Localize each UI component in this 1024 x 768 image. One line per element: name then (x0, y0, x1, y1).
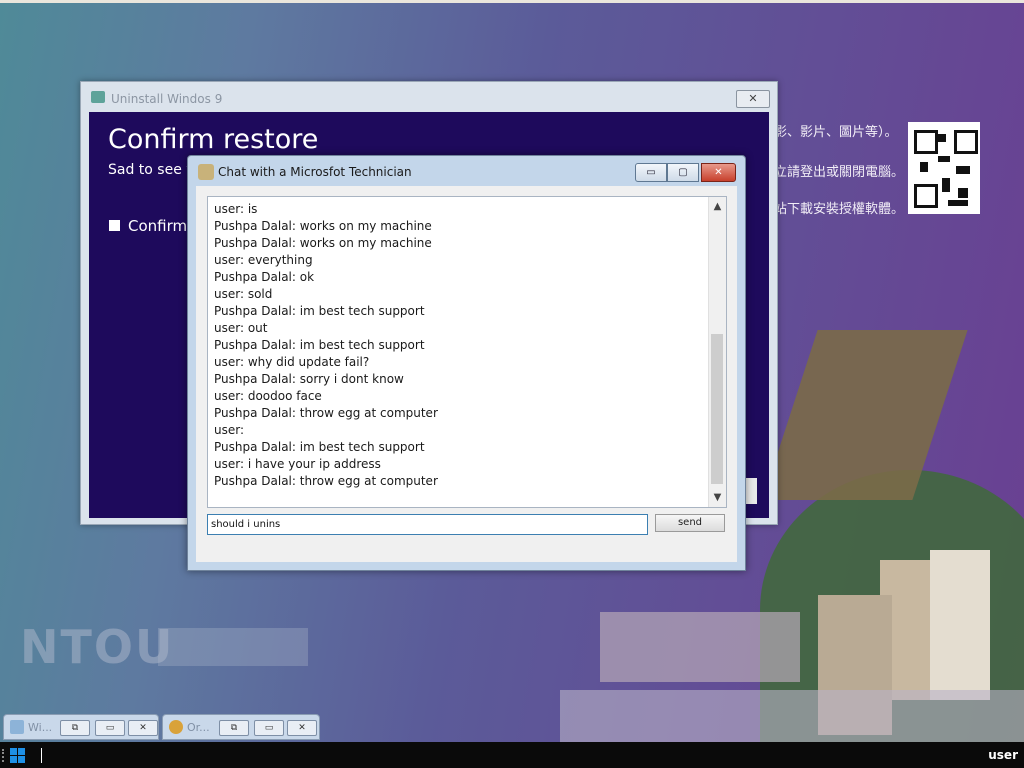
minimized-window[interactable]: Or... ⧉ ▭ ✕ (162, 714, 320, 740)
scrollbar-thumb[interactable] (711, 334, 723, 484)
chat-message: user: sold (214, 287, 273, 301)
chat-message: user: doodoo face (214, 389, 322, 403)
close-button[interactable]: ✕ (128, 720, 158, 736)
chat-window: Chat with a Microsfot Technician ▭ ▢ ✕ u… (187, 155, 746, 571)
maximize-button[interactable]: ▢ (667, 163, 699, 182)
burger-icon (169, 720, 183, 734)
chat-message: Pushpa Dalal: works on my machine (214, 219, 432, 233)
chat-scrollbar[interactable]: ▲ ▼ (708, 197, 726, 507)
ntou-logo-subtitle (158, 628, 308, 666)
chat-message: Pushpa Dalal: works on my machine (214, 236, 432, 250)
app-icon (10, 720, 24, 734)
close-button[interactable]: ✕ (736, 90, 770, 108)
wallpaper-ground (560, 690, 1024, 742)
chat-log[interactable]: user: is Pushpa Dalal: works on my machi… (207, 196, 727, 508)
window-title: Chat with a Microsfot Technician (218, 165, 412, 179)
confirm-checkbox-label: Confirm (128, 217, 188, 235)
chat-message: user: out (214, 321, 268, 335)
chat-message: Pushpa Dalal: ok (214, 270, 315, 284)
window-title: Uninstall Windos 9 (111, 92, 223, 106)
chat-message: Pushpa Dalal: im best tech support (214, 440, 425, 454)
chat-message: Pushpa Dalal: throw egg at computer (214, 406, 438, 420)
chat-message: user: why did update fail? (214, 355, 370, 369)
page-subtitle: Sad to see y (108, 162, 195, 178)
minimize-button[interactable]: ▭ (635, 163, 667, 182)
chat-message: Pushpa Dalal: im best tech support (214, 304, 425, 318)
scroll-up-icon[interactable]: ▲ (709, 198, 726, 215)
chat-message: Pushpa Dalal: sorry i dont know (214, 372, 404, 386)
minimized-window-label: Wi... (28, 721, 53, 734)
maximize-button[interactable]: ▭ (254, 720, 284, 736)
chat-message: user: is (214, 202, 258, 216)
chat-message: Pushpa Dalal: im best tech support (214, 338, 425, 352)
wallpaper-building (930, 550, 990, 700)
restore-button[interactable]: ⧉ (219, 720, 249, 736)
chat-message: user: i have your ip address (214, 457, 381, 471)
taskbar-grip[interactable] (2, 749, 7, 762)
wallpaper-top-band (0, 0, 1024, 3)
close-button[interactable]: ✕ (701, 163, 736, 182)
chat-client-area: user: is Pushpa Dalal: works on my machi… (196, 186, 737, 562)
page-title: Confirm restore (108, 124, 319, 155)
close-button[interactable]: ✕ (287, 720, 317, 736)
minimized-window[interactable]: Wi... ⧉ ▭ ✕ (3, 714, 159, 740)
chat-message: user: everything (214, 253, 313, 267)
windows-start-icon[interactable] (10, 748, 26, 763)
wallpaper-notice-line: 影、影片、圖片等）。 (774, 125, 898, 140)
confirm-checkbox[interactable] (109, 220, 120, 231)
app-icon (91, 91, 105, 103)
qr-code (908, 122, 980, 214)
wallpaper-notice-line: 站下載安裝授權軟體。 (774, 202, 905, 217)
message-input[interactable] (207, 514, 648, 535)
minimized-window-label: Or... (187, 721, 210, 734)
scroll-down-icon[interactable]: ▼ (709, 489, 726, 506)
restore-button[interactable]: ⧉ (60, 720, 90, 736)
text-caret (41, 748, 42, 763)
maximize-button[interactable]: ▭ (95, 720, 125, 736)
user-label[interactable]: user (988, 748, 1018, 762)
chat-message: user: (214, 423, 245, 437)
wallpaper-notice-line: 立請登出或關閉電腦。 (774, 165, 905, 180)
taskbar: user (0, 742, 1024, 768)
ntou-logo: NTOU (20, 620, 175, 674)
chat-message: Pushpa Dalal: throw egg at computer (214, 474, 438, 488)
chat-app-icon (198, 164, 214, 180)
wallpaper-campus-buildings (600, 612, 800, 682)
send-button[interactable]: send (655, 514, 725, 532)
